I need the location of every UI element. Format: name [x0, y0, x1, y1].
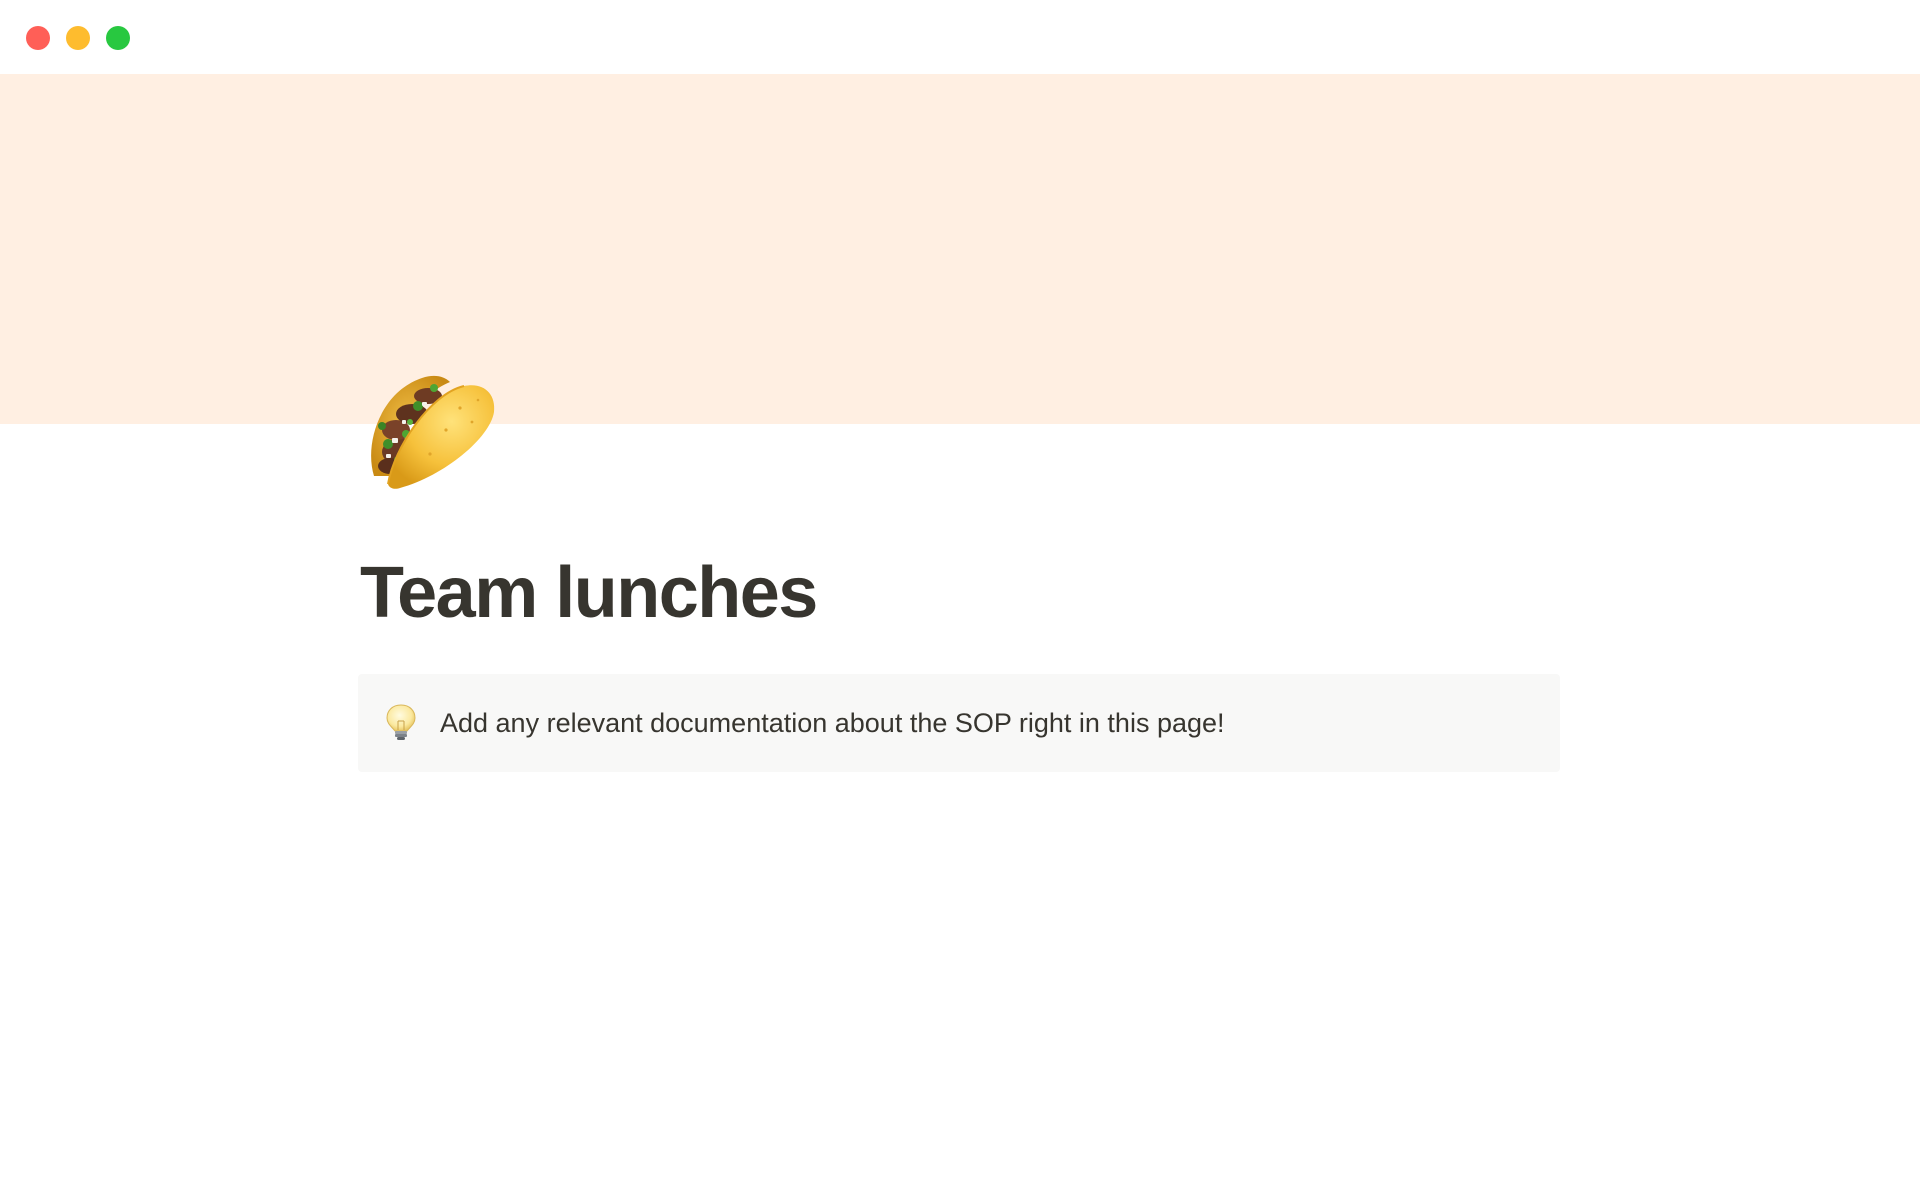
zoom-window-button[interactable]: [106, 26, 130, 50]
minimize-window-button[interactable]: [66, 26, 90, 50]
page-title[interactable]: Team lunches: [360, 548, 818, 638]
title-bar: [0, 0, 1920, 74]
light-bulb-icon[interactable]: [386, 704, 416, 742]
page-cover[interactable]: [0, 74, 1920, 424]
close-window-button[interactable]: [26, 26, 50, 50]
taco-icon[interactable]: [360, 364, 500, 494]
callout-block[interactable]: Add any relevant documentation about the…: [358, 674, 1560, 772]
app-window: Team lunches Add any relevant documentat…: [0, 0, 1920, 1200]
callout-text[interactable]: Add any relevant documentation about the…: [440, 706, 1225, 740]
